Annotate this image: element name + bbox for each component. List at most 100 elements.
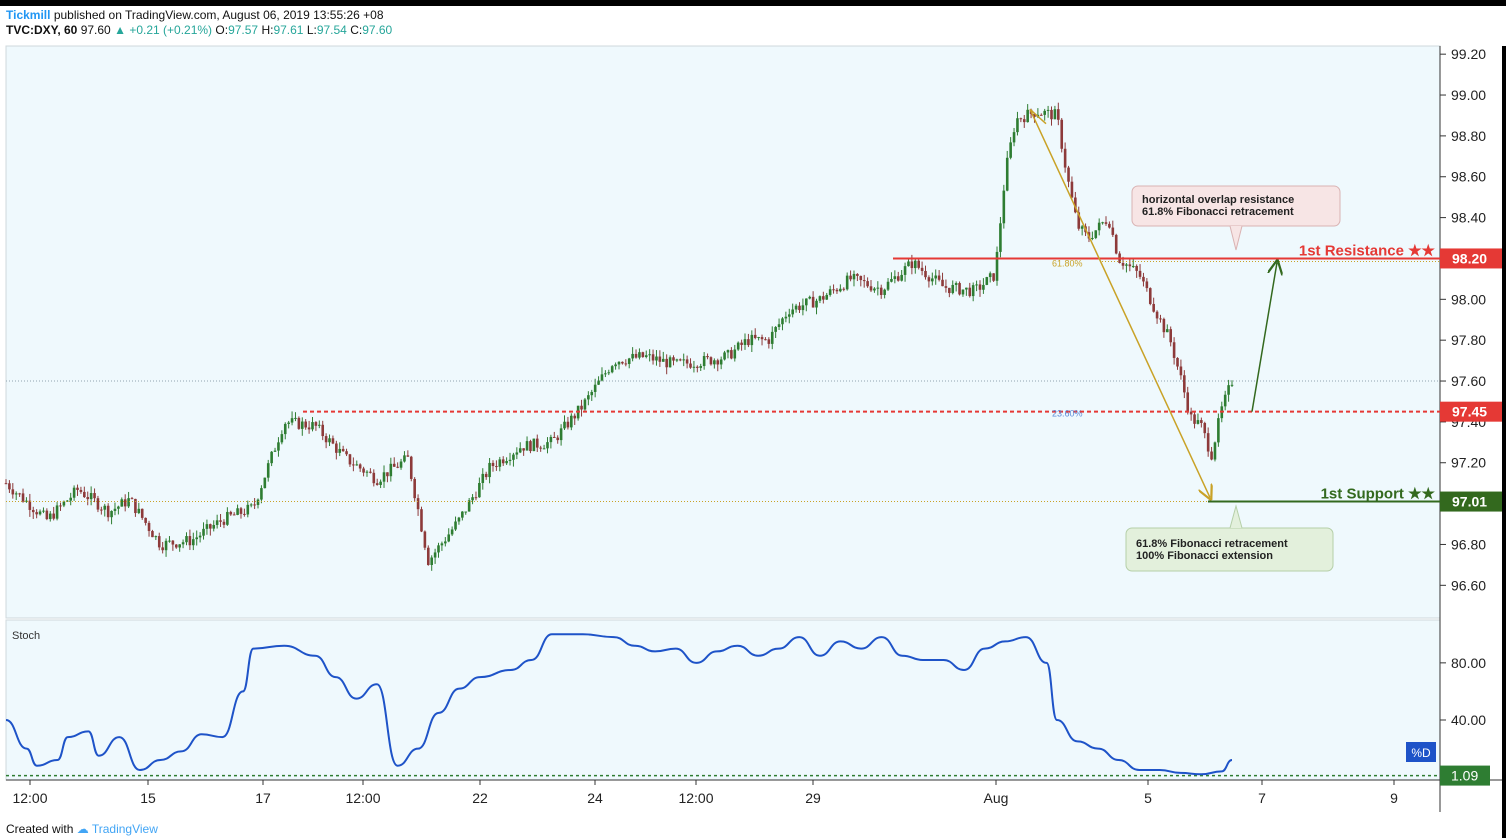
- candle-body: [501, 459, 505, 464]
- candle-body: [549, 436, 553, 443]
- candle-body: [988, 273, 992, 278]
- candle-body: [1203, 422, 1207, 434]
- candle-body: [379, 481, 382, 485]
- candle-body: [409, 456, 413, 479]
- candle-body: [641, 352, 645, 357]
- candle-body: [951, 284, 955, 294]
- candle-body: [4, 483, 8, 485]
- candle-body: [1026, 109, 1029, 123]
- candle-body: [454, 521, 457, 530]
- candle-body: [770, 331, 774, 344]
- tradingview-link[interactable]: TradingView: [92, 822, 158, 836]
- time-tick-label: 12:00: [678, 790, 713, 806]
- candle-body: [757, 337, 760, 339]
- candle-body: [600, 374, 604, 381]
- candle-body: [1169, 329, 1172, 343]
- candle-body: [45, 510, 49, 520]
- candle-body: [944, 286, 948, 288]
- time-tick-label: 9: [1390, 790, 1398, 806]
- candle-body: [461, 511, 464, 518]
- candle-body: [1165, 329, 1169, 333]
- candle-body: [1135, 265, 1138, 271]
- candle-body: [444, 541, 447, 544]
- candle-body: [617, 361, 621, 365]
- candle-body: [723, 352, 726, 360]
- candle-body: [1053, 109, 1057, 120]
- candle-body: [164, 540, 168, 551]
- candle-body: [1121, 263, 1125, 266]
- candle-body: [675, 359, 679, 361]
- candle-body: [1039, 114, 1043, 116]
- candle-body: [341, 448, 345, 452]
- candle-body: [321, 424, 325, 437]
- candle-body: [896, 276, 900, 281]
- candle-body: [709, 357, 713, 365]
- price-tick-label: 99.00: [1451, 87, 1486, 103]
- resistance-price-label: 98.20: [1452, 250, 1487, 266]
- candle-body: [236, 508, 239, 515]
- candle-body: [1070, 181, 1074, 198]
- candle-body: [430, 557, 433, 565]
- candle-body: [406, 455, 410, 457]
- candle-body: [450, 529, 454, 535]
- candle-body: [740, 342, 743, 345]
- candle-body: [965, 287, 968, 290]
- candle-body: [93, 493, 96, 499]
- candle-body: [862, 280, 866, 282]
- candle-body: [886, 281, 890, 290]
- candle-body: [730, 350, 733, 359]
- candle-body: [1111, 227, 1115, 235]
- candle-body: [1067, 167, 1070, 182]
- candle-body: [702, 356, 706, 367]
- candle-body: [1196, 420, 1200, 424]
- candle-body: [604, 373, 607, 375]
- candle-body: [426, 547, 430, 565]
- candle-body: [900, 274, 903, 281]
- time-tick-label: 15: [140, 790, 156, 806]
- candle-body: [515, 452, 519, 455]
- candle-body: [239, 508, 243, 514]
- candle-body: [447, 534, 451, 542]
- candle-body: [1012, 132, 1016, 143]
- candle-body: [750, 334, 754, 346]
- candle-body: [457, 517, 461, 522]
- candle-body: [392, 463, 396, 467]
- candle-body: [55, 505, 59, 519]
- candle-body: [1200, 420, 1203, 423]
- candle-body: [736, 342, 740, 350]
- candle-body: [985, 277, 989, 285]
- candle-body: [154, 536, 158, 538]
- candle-body: [481, 473, 485, 484]
- candle-body: [106, 505, 110, 518]
- candle-body: [226, 511, 229, 525]
- candle-body: [52, 513, 55, 519]
- candle-body: [290, 418, 294, 423]
- candle-body: [873, 288, 876, 291]
- candle-body: [971, 285, 975, 297]
- price-tick-label: 97.60: [1451, 373, 1486, 389]
- candle-body: [382, 472, 386, 482]
- candle-body: [198, 535, 202, 538]
- candle-body: [195, 537, 199, 540]
- fib-23-label: 23.60%: [1052, 409, 1083, 419]
- candle-body: [389, 463, 393, 477]
- candle-body: [1005, 157, 1009, 191]
- candle-body: [8, 483, 11, 490]
- candle-body: [764, 339, 767, 341]
- candle-body: [563, 421, 566, 429]
- candle-body: [1172, 342, 1176, 358]
- candle-body: [1104, 222, 1108, 224]
- candle-body: [423, 531, 427, 548]
- candle-body: [338, 448, 342, 453]
- candle-body: [484, 473, 488, 478]
- price-chart[interactable]: 96.6096.8097.0097.2097.4097.6097.8098.00…: [0, 0, 1506, 838]
- candle-body: [11, 489, 15, 495]
- candle-body: [638, 352, 641, 358]
- candle-body: [18, 493, 21, 495]
- candle-body: [1022, 119, 1026, 123]
- price-tick-label: 96.60: [1451, 577, 1486, 593]
- resistance-note-line: horizontal overlap resistance: [1142, 194, 1294, 206]
- candle-body: [335, 443, 338, 453]
- candle-body: [825, 294, 829, 300]
- candle-body: [229, 511, 233, 515]
